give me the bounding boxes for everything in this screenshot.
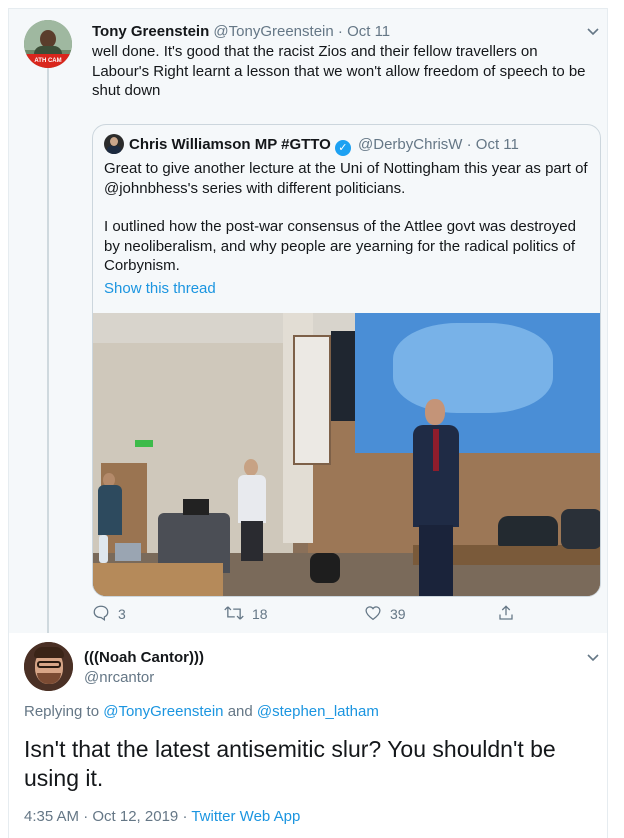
share-button[interactable] bbox=[497, 603, 523, 627]
replying-to-label: Replying to bbox=[24, 703, 100, 720]
replying-to-and: and bbox=[227, 703, 253, 720]
tweet-photo[interactable] bbox=[93, 313, 600, 596]
photo-person-middle-body bbox=[238, 475, 266, 523]
photo-whiteboard bbox=[293, 335, 331, 465]
quoted-text-paragraph-2: I outlined how the post-war consensus of… bbox=[104, 218, 576, 274]
tweet-text: Isn't that the latest antisemitic slur? … bbox=[24, 736, 556, 791]
avatar[interactable]: ATH CAM bbox=[24, 20, 72, 68]
quoted-author-handle[interactable]: @DerbyChrisW bbox=[358, 136, 462, 153]
separator-dot: · bbox=[182, 808, 188, 825]
replying-to-line: Replying to @TonyGreenstein and @stephen… bbox=[24, 702, 379, 722]
avatar-glasses bbox=[37, 661, 61, 668]
photo-bag bbox=[498, 516, 558, 546]
quoted-author-name[interactable]: Chris Williamson MP #GTTO bbox=[129, 136, 331, 153]
like-icon bbox=[365, 606, 381, 621]
tweet-timestamp[interactable]: Oct 11 bbox=[347, 23, 390, 40]
separator-dot: · bbox=[337, 23, 343, 40]
avatar-banner-text: ATH CAM bbox=[24, 54, 72, 68]
tweet-actions: 3 18 39 bbox=[92, 603, 601, 627]
quoted-tweet[interactable]: Chris Williamson MP #GTTO ✓ @DerbyChrisW … bbox=[92, 124, 601, 597]
tweet-meta: 4:35 AM · Oct 12, 2019 · Twitter Web App bbox=[24, 807, 300, 827]
quoted-timestamp[interactable]: Oct 11 bbox=[476, 136, 519, 153]
chevron-down-icon[interactable] bbox=[587, 25, 599, 36]
photo-monitor bbox=[183, 499, 209, 515]
show-thread-link[interactable]: Show this thread bbox=[104, 279, 216, 299]
photo-chair bbox=[310, 553, 340, 583]
photo-laptop bbox=[115, 543, 141, 561]
photo-exit-sign bbox=[135, 440, 153, 447]
quoted-text-paragraph-1: Great to give another lecture at the Uni… bbox=[104, 160, 588, 197]
photo-speaker-head bbox=[425, 399, 445, 425]
photo-person-middle-head bbox=[244, 459, 258, 476]
quoted-avatar[interactable] bbox=[104, 134, 124, 154]
author-name[interactable]: Tony Greenstein bbox=[92, 23, 209, 40]
photo-front-desk bbox=[93, 563, 223, 596]
quoted-avatar-suit bbox=[107, 146, 121, 154]
retweet-button[interactable]: 18 bbox=[224, 603, 268, 627]
reply-count: 3 bbox=[118, 606, 126, 622]
chevron-down-icon[interactable] bbox=[587, 651, 599, 665]
like-count: 39 bbox=[390, 606, 406, 622]
tweet-text: well done. It's good that the racist Zio… bbox=[92, 43, 586, 99]
photo-person-middle-legs bbox=[241, 521, 263, 561]
replying-to-link[interactable]: @TonyGreenstein bbox=[103, 703, 223, 720]
avatar[interactable] bbox=[24, 642, 73, 691]
replying-to-link[interactable]: @stephen_latham bbox=[257, 703, 379, 720]
reply-icon bbox=[93, 605, 109, 621]
separator-dot: · bbox=[466, 136, 472, 153]
tweet-header: Tony Greenstein @TonyGreenstein · Oct 11 bbox=[92, 22, 390, 42]
avatar-hair bbox=[34, 647, 64, 658]
quoted-avatar-face bbox=[110, 137, 118, 146]
photo-water-bottle bbox=[99, 535, 108, 563]
client-link[interactable]: Twitter Web App bbox=[191, 808, 300, 825]
retweet-icon bbox=[224, 606, 244, 620]
author-name[interactable]: (((Noah Cantor))) bbox=[84, 648, 204, 668]
verified-badge-icon: ✓ bbox=[334, 140, 351, 156]
reply-button[interactable]: 3 bbox=[92, 603, 126, 627]
retweet-count: 18 bbox=[252, 606, 268, 622]
photo-speaker-tie bbox=[433, 429, 439, 471]
focused-reply-tweet: (((Noah Cantor))) @nrcantor Replying to … bbox=[9, 633, 607, 838]
share-icon bbox=[499, 605, 513, 620]
quoted-tweet-header: Chris Williamson MP #GTTO ✓ @DerbyChrisW … bbox=[129, 135, 519, 156]
photo-speaker-legs bbox=[419, 525, 453, 596]
like-button[interactable]: 39 bbox=[364, 603, 406, 627]
author-handle[interactable]: @nrcantor bbox=[84, 668, 154, 688]
parent-tweet[interactable]: ATH CAM Tony Greenstein @TonyGreenstein … bbox=[9, 9, 607, 633]
author-handle[interactable]: @TonyGreenstein bbox=[213, 23, 333, 40]
photo-screen-glow bbox=[393, 323, 553, 413]
photo-coat bbox=[561, 509, 600, 549]
photo-person-left-body bbox=[98, 485, 122, 535]
tweet-timestamp[interactable]: 4:35 AM · Oct 12, 2019 bbox=[24, 808, 178, 825]
thread-connector-line bbox=[47, 65, 49, 633]
